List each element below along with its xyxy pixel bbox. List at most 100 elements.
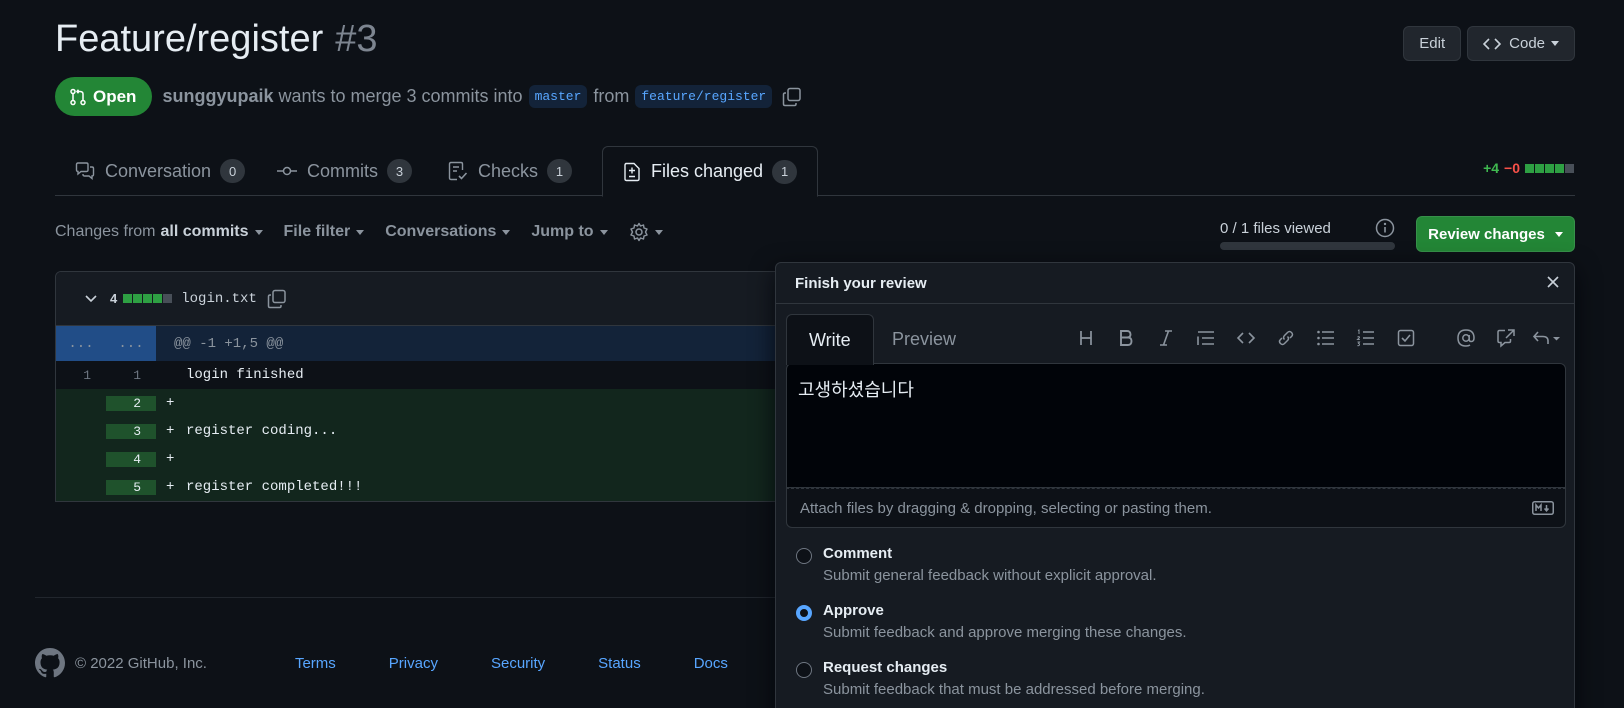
footer-link-docs[interactable]: Docs bbox=[694, 655, 728, 672]
old-line-number[interactable]: 1 bbox=[56, 368, 106, 383]
code-button[interactable]: Code bbox=[1467, 26, 1575, 61]
diffstat-block bbox=[1555, 163, 1564, 173]
option-title: Comment bbox=[823, 545, 893, 562]
diff-sign: + bbox=[166, 451, 175, 467]
diffstat: +4 −0 bbox=[1483, 160, 1575, 176]
reply-icon[interactable] bbox=[1526, 329, 1566, 347]
diffstat-block bbox=[1565, 163, 1574, 173]
radio-comment[interactable] bbox=[796, 548, 812, 564]
head-branch[interactable]: feature/register bbox=[635, 85, 773, 108]
github-logo-icon[interactable] bbox=[35, 648, 65, 678]
conversations-dropdown[interactable]: Conversations bbox=[385, 223, 511, 241]
review-option-request-changes[interactable]: Request changes Submit feedback that mus… bbox=[796, 657, 1205, 700]
edit-button[interactable]: Edit bbox=[1403, 26, 1462, 61]
new-line-number[interactable]: 5 bbox=[106, 479, 156, 495]
cross-reference-icon[interactable] bbox=[1486, 328, 1526, 348]
new-line-number[interactable]: 3 bbox=[106, 423, 156, 439]
gear-icon bbox=[629, 222, 649, 242]
changes-from-dropdown[interactable]: Changes from all commits bbox=[55, 223, 263, 241]
attach-hint: Attach files by dragging & dropping, sel… bbox=[800, 499, 1212, 517]
tab-preview[interactable]: Preview bbox=[870, 314, 978, 364]
review-option-comment[interactable]: Comment Submit general feedback without … bbox=[796, 543, 1157, 586]
diff-line-added: 4 + bbox=[56, 445, 814, 473]
review-changes-button[interactable]: Review changes bbox=[1416, 216, 1575, 252]
radio-approve[interactable] bbox=[796, 605, 812, 621]
additions-count: +4 bbox=[1483, 160, 1500, 176]
radio-request-changes[interactable] bbox=[796, 662, 812, 678]
new-line-number[interactable]: 2 bbox=[106, 395, 156, 411]
copy-icon[interactable] bbox=[782, 87, 802, 107]
deletions-count: −0 bbox=[1504, 160, 1520, 176]
file-name[interactable]: login.txt bbox=[181, 291, 257, 307]
expand-up-button[interactable]: ... bbox=[56, 326, 106, 361]
from-text: from bbox=[593, 86, 630, 106]
mention-icon[interactable] bbox=[1446, 328, 1486, 348]
conversations-label: Conversations bbox=[385, 223, 497, 240]
expand-down-button[interactable]: ... bbox=[106, 326, 156, 361]
task-list-icon[interactable] bbox=[1386, 329, 1426, 347]
tab-files-changed-label: Files changed bbox=[651, 161, 764, 181]
changes-from-prefix: Changes from bbox=[55, 223, 156, 240]
review-comment-textarea[interactable]: 고생하셨습니다 bbox=[786, 363, 1566, 488]
chevron-down-icon bbox=[599, 229, 608, 235]
diff-line-added: 5 + register completed!!! bbox=[56, 473, 814, 501]
tab-files-changed[interactable]: Files changed 1 bbox=[602, 146, 819, 197]
tab-commits[interactable]: Commits 3 bbox=[257, 146, 432, 196]
unordered-list-icon[interactable] bbox=[1306, 329, 1346, 347]
jump-to-dropdown[interactable]: Jump to bbox=[531, 223, 608, 241]
close-icon[interactable] bbox=[1546, 275, 1560, 289]
file-filter-dropdown[interactable]: File filter bbox=[284, 223, 365, 241]
file-filter-label: File filter bbox=[283, 223, 351, 240]
diff-sign bbox=[166, 367, 186, 383]
chevron-down-icon[interactable] bbox=[84, 294, 98, 304]
diff-toolbar: Changes from all commits File filter Con… bbox=[55, 222, 684, 242]
footer-link-privacy[interactable]: Privacy bbox=[389, 655, 438, 672]
diffstat-block bbox=[163, 294, 173, 303]
files-viewed-progress bbox=[1220, 242, 1395, 250]
option-title: Approve bbox=[823, 602, 884, 619]
editor-tabs: Write Preview bbox=[786, 314, 1566, 365]
info-icon[interactable] bbox=[1375, 218, 1395, 238]
tab-conversation[interactable]: Conversation 0 bbox=[55, 146, 265, 196]
author-link[interactable]: sunggyupaik bbox=[162, 86, 273, 107]
hunk-header: ... ... @@ -1 +1,5 @@ bbox=[56, 326, 814, 361]
base-branch[interactable]: master bbox=[528, 85, 588, 108]
footer-link-status[interactable]: Status bbox=[598, 655, 641, 672]
code-label: Code bbox=[1509, 35, 1545, 52]
jump-to-label: Jump to bbox=[531, 223, 594, 240]
diffstat-block bbox=[143, 294, 153, 303]
heading-icon[interactable] bbox=[1066, 329, 1106, 347]
markdown-icon[interactable] bbox=[1532, 501, 1554, 515]
markdown-toolbar bbox=[1066, 328, 1566, 348]
status-badge: Open bbox=[55, 77, 153, 116]
attach-files-area[interactable]: Attach files by dragging & dropping, sel… bbox=[786, 488, 1566, 528]
comment-discussion-icon bbox=[75, 162, 105, 180]
footer-link-security[interactable]: Security bbox=[491, 655, 545, 672]
diff-settings-dropdown[interactable] bbox=[629, 222, 663, 242]
bold-icon[interactable] bbox=[1106, 329, 1146, 347]
footer-copyright: © 2022 GitHub, Inc. bbox=[75, 654, 207, 672]
copy-icon[interactable] bbox=[267, 289, 287, 309]
review-changes-label: Review changes bbox=[1428, 225, 1545, 243]
footer: © 2022 GitHub, Inc. Terms Privacy Securi… bbox=[35, 648, 781, 678]
files-viewed-label: 0 / 1 files viewed bbox=[1220, 220, 1331, 237]
new-line-number[interactable]: 1 bbox=[106, 368, 156, 383]
tab-checks[interactable]: Checks 1 bbox=[428, 146, 592, 196]
code-icon[interactable] bbox=[1226, 329, 1266, 347]
review-option-approve[interactable]: Approve Submit feedback and approve merg… bbox=[796, 600, 1187, 643]
changes-from-value: all commits bbox=[160, 223, 249, 240]
tab-conversation-count: 0 bbox=[220, 159, 246, 183]
ordered-list-icon[interactable] bbox=[1346, 329, 1386, 347]
pr-number: #3 bbox=[335, 18, 378, 60]
pr-meta: Open sunggyupaik wants to merge 3 commit… bbox=[55, 77, 802, 116]
review-heading: Finish your review bbox=[776, 263, 1574, 304]
link-icon[interactable] bbox=[1266, 328, 1306, 348]
tab-write[interactable]: Write bbox=[786, 314, 874, 365]
quote-icon[interactable] bbox=[1186, 329, 1226, 347]
italic-icon[interactable] bbox=[1146, 329, 1186, 347]
new-line-number[interactable]: 4 bbox=[106, 451, 156, 467]
footer-link-terms[interactable]: Terms bbox=[295, 655, 336, 672]
hunk-header-text: @@ -1 +1,5 @@ bbox=[174, 335, 284, 352]
chevron-down-icon bbox=[356, 229, 365, 235]
diffstat-block bbox=[123, 294, 133, 303]
